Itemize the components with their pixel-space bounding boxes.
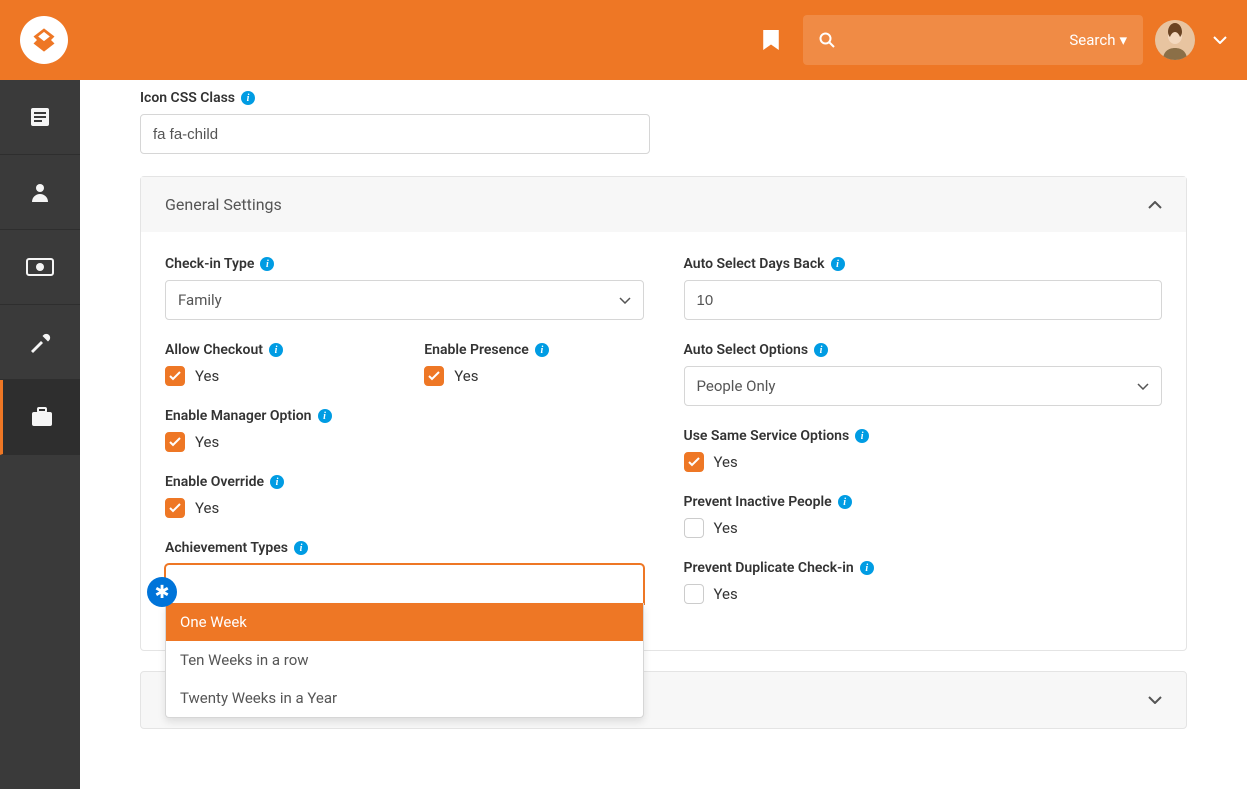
- allow-checkout-label: Allow Checkout i: [165, 342, 384, 358]
- enable-manager-checkbox[interactable]: [165, 432, 185, 452]
- use-same-service-text: Yes: [714, 453, 738, 471]
- caret-down-icon: ▾: [1119, 31, 1127, 49]
- achievement-types-input[interactable]: [165, 564, 644, 604]
- prevent-inactive-label: Prevent Inactive People i: [684, 494, 1163, 510]
- main-content: Icon CSS Class i General Settings Check-…: [80, 80, 1247, 789]
- general-settings-header[interactable]: General Settings: [141, 177, 1186, 232]
- info-icon[interactable]: i: [241, 91, 255, 105]
- auto-select-days-label: Auto Select Days Back i: [684, 256, 1163, 272]
- asterisk-badge-icon: ✱: [147, 577, 177, 607]
- info-icon[interactable]: i: [269, 343, 283, 357]
- nav-person-icon[interactable]: [0, 155, 80, 230]
- dropdown-item[interactable]: Ten Weeks in a row: [166, 641, 643, 679]
- top-header: Search ▾: [0, 0, 1247, 80]
- user-menu-chevron-icon[interactable]: [1207, 36, 1227, 44]
- allow-checkout-text: Yes: [195, 367, 219, 385]
- enable-presence-text: Yes: [454, 367, 478, 385]
- enable-manager-label: Enable Manager Option i: [165, 408, 644, 424]
- dropdown-item[interactable]: One Week: [166, 603, 643, 641]
- search-icon: [819, 32, 835, 48]
- search-type-label: Search: [1069, 31, 1115, 49]
- info-icon[interactable]: i: [260, 257, 274, 271]
- info-icon[interactable]: i: [318, 409, 332, 423]
- chevron-up-icon: [1148, 201, 1162, 209]
- info-icon[interactable]: i: [294, 541, 308, 555]
- auto-select-options-label: Auto Select Options i: [684, 342, 1163, 358]
- avatar[interactable]: [1155, 20, 1195, 60]
- info-icon[interactable]: i: [831, 257, 845, 271]
- bookmark-icon[interactable]: [751, 30, 791, 50]
- checkin-type-select[interactable]: Family: [165, 280, 644, 320]
- auto-select-options-value: People Only: [697, 377, 776, 395]
- sidebar: [0, 80, 80, 789]
- nav-briefcase-icon[interactable]: [0, 380, 80, 455]
- nav-book-icon[interactable]: [0, 80, 80, 155]
- icon-css-class-input[interactable]: [140, 114, 650, 154]
- use-same-service-label: Use Same Service Options i: [684, 428, 1163, 444]
- logo[interactable]: [20, 16, 68, 64]
- auto-select-options-select[interactable]: People Only: [684, 366, 1163, 406]
- info-icon[interactable]: i: [270, 475, 284, 489]
- enable-manager-text: Yes: [195, 433, 219, 451]
- checkin-type-label: Check-in Type i: [165, 256, 644, 272]
- prevent-inactive-text: Yes: [714, 519, 738, 537]
- info-icon[interactable]: i: [855, 429, 869, 443]
- info-icon[interactable]: i: [860, 561, 874, 575]
- search-bar[interactable]: Search ▾: [803, 15, 1143, 65]
- use-same-service-checkbox[interactable]: [684, 452, 704, 472]
- search-type-dropdown[interactable]: Search ▾: [1069, 31, 1127, 49]
- general-settings-title: General Settings: [165, 195, 282, 214]
- nav-money-icon[interactable]: [0, 230, 80, 305]
- icon-css-class-label: Icon CSS Class i: [140, 90, 1187, 106]
- info-icon[interactable]: i: [535, 343, 549, 357]
- auto-select-days-input[interactable]: [684, 280, 1163, 320]
- prevent-duplicate-text: Yes: [714, 585, 738, 603]
- general-settings-panel: General Settings Check-in Type i Family: [140, 176, 1187, 651]
- enable-override-text: Yes: [195, 499, 219, 517]
- achievement-types-dropdown: One Week Ten Weeks in a row Twenty Weeks…: [165, 603, 644, 718]
- prevent-inactive-checkbox[interactable]: [684, 518, 704, 538]
- chevron-down-icon: [1148, 696, 1162, 704]
- chevron-down-icon: [1137, 383, 1149, 390]
- enable-override-label: Enable Override i: [165, 474, 644, 490]
- enable-presence-label: Enable Presence i: [424, 342, 643, 358]
- dropdown-item[interactable]: Twenty Weeks in a Year: [166, 679, 643, 717]
- info-icon[interactable]: i: [814, 343, 828, 357]
- search-input[interactable]: [847, 32, 1057, 48]
- checkin-type-value: Family: [178, 291, 222, 309]
- nav-wrench-icon[interactable]: [0, 305, 80, 380]
- achievement-types-label: Achievement Types i: [165, 540, 644, 556]
- chevron-down-icon: [619, 297, 631, 304]
- info-icon[interactable]: i: [838, 495, 852, 509]
- prevent-duplicate-checkbox[interactable]: [684, 584, 704, 604]
- allow-checkout-checkbox[interactable]: [165, 366, 185, 386]
- enable-presence-checkbox[interactable]: [424, 366, 444, 386]
- prevent-duplicate-label: Prevent Duplicate Check-in i: [684, 560, 1163, 576]
- enable-override-checkbox[interactable]: [165, 498, 185, 518]
